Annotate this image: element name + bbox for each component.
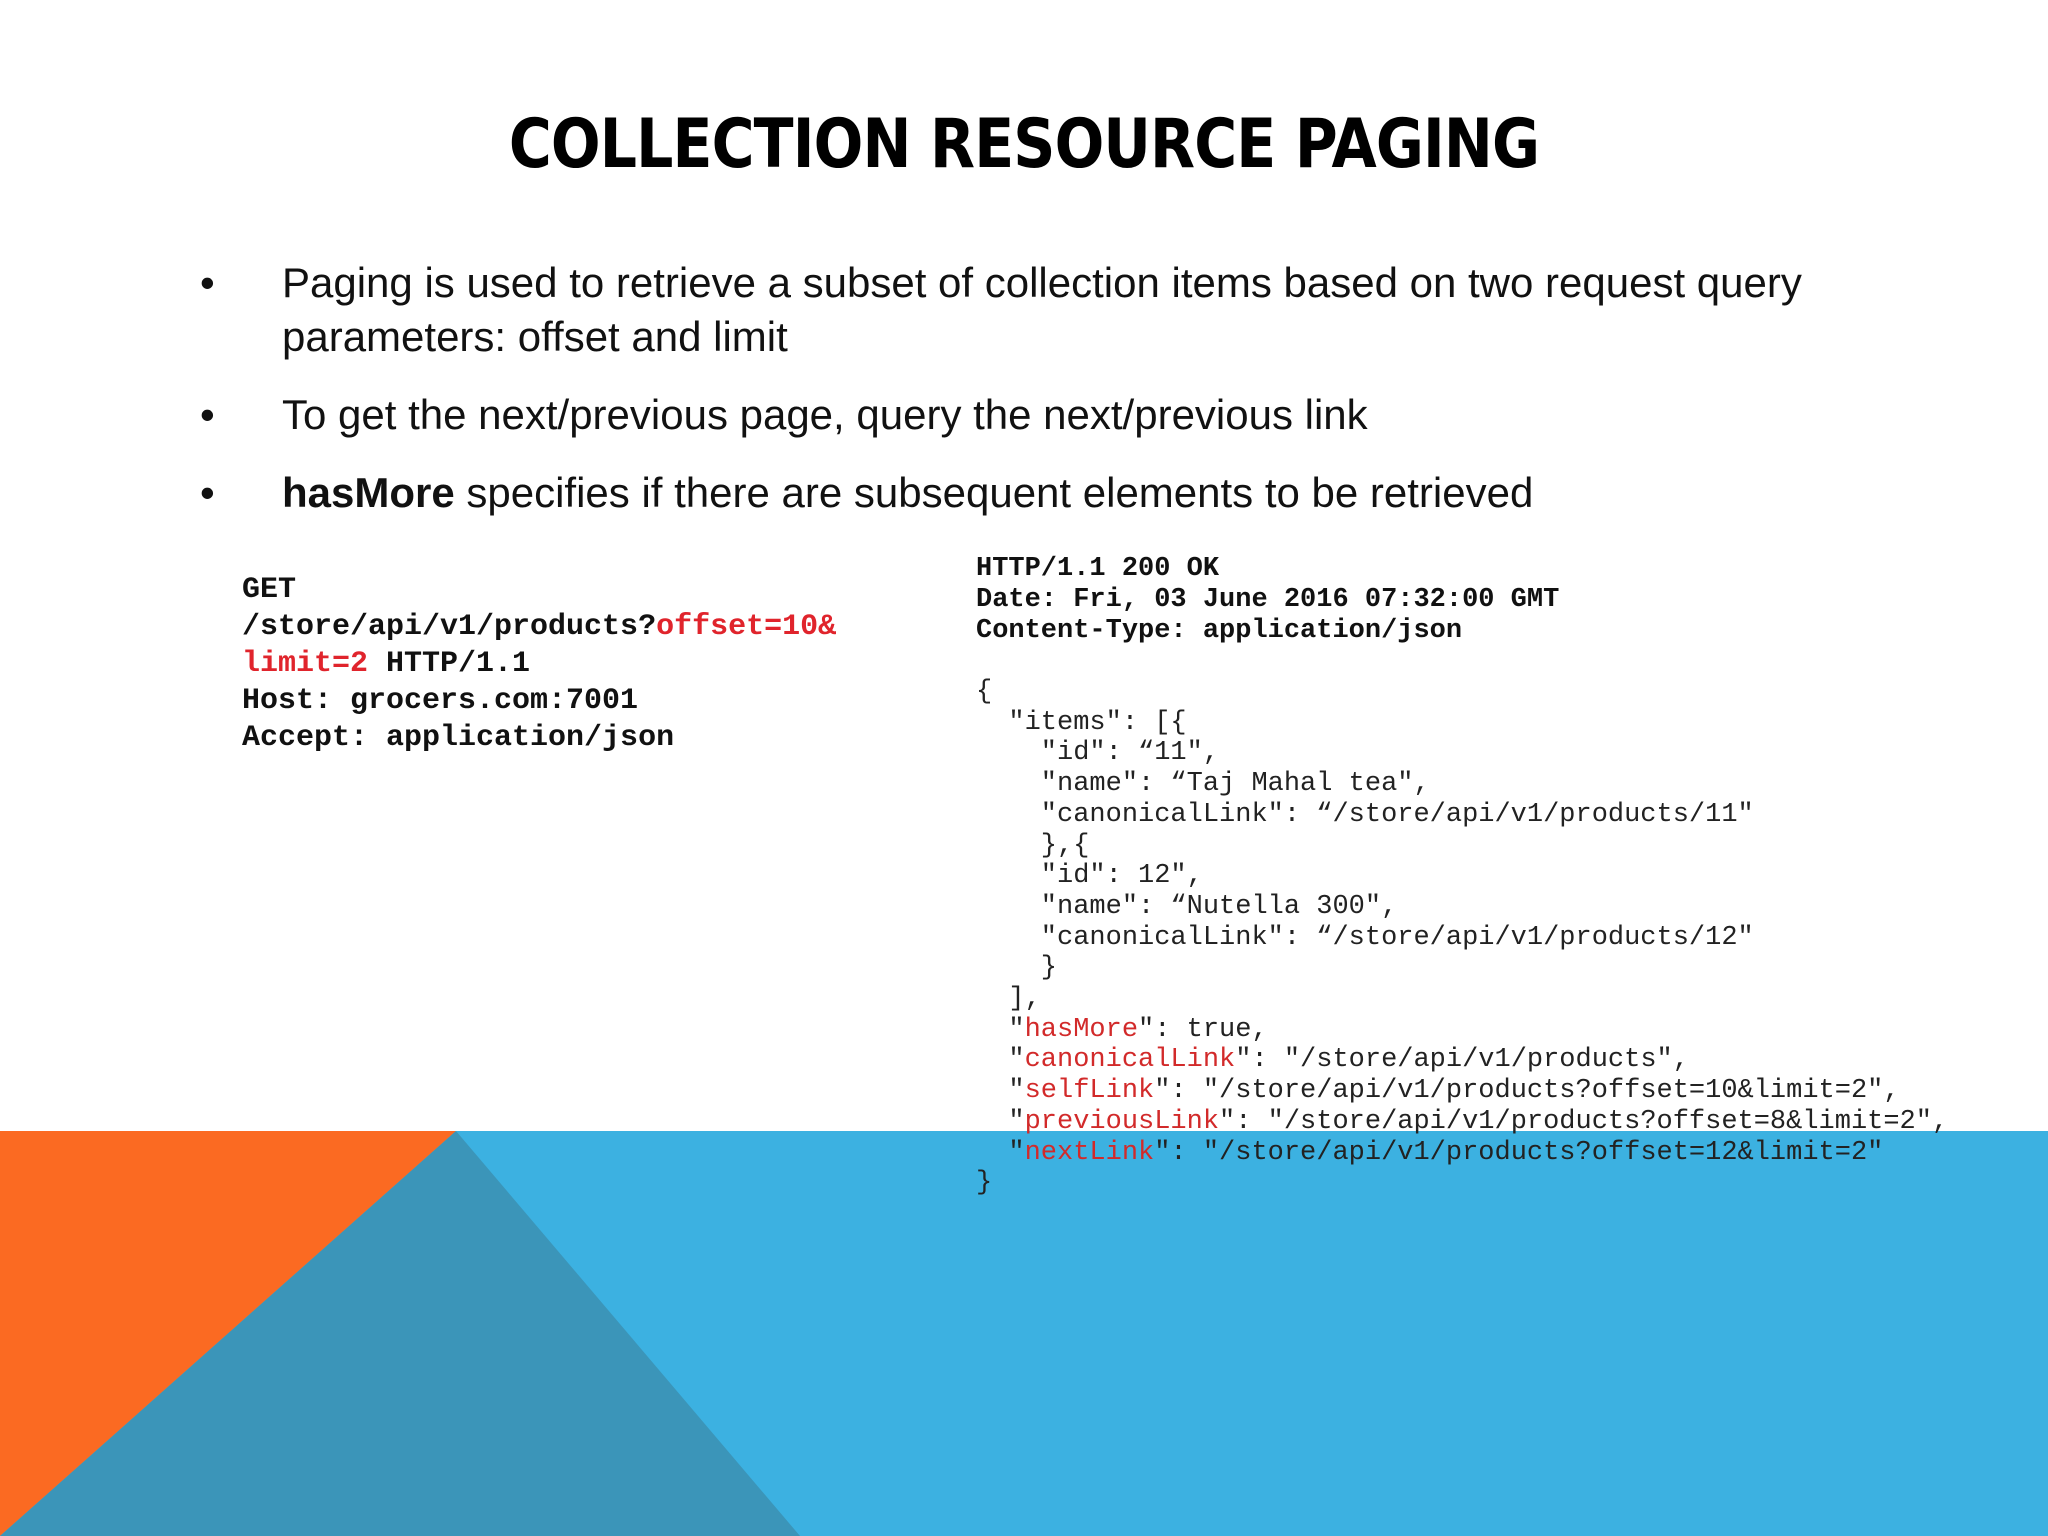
http-response-headers: HTTP/1.1 200 OK Date: Fri, 03 June 2016 … <box>976 554 1559 647</box>
canonical-link-key: canonicalLink <box>1024 1045 1236 1076</box>
bullet-text: Paging is used to retrieve a subset of c… <box>282 259 1802 360</box>
body-line: "name": “Taj Mahal tea", <box>976 769 1430 800</box>
body-line: "id": 12", <box>976 861 1203 892</box>
body-line: "canonicalLink": “/store/api/v1/products… <box>976 922 1754 953</box>
http-request-code: GET /store/api/v1/products?offset=10& li… <box>242 572 836 757</box>
body-line: "name": “Nutella 300", <box>976 891 1398 922</box>
bullet-item: • Paging is used to retrieve a subset of… <box>200 256 1840 364</box>
bullet-item: • hasMore specifies if there are subsequ… <box>200 466 1840 520</box>
bullet-item: • To get the next/previous page, query t… <box>200 388 1840 442</box>
response-content-type: Content-Type: application/json <box>976 616 1463 646</box>
body-line: ": "/store/api/v1/products?offset=10&lim… <box>1154 1076 1900 1107</box>
request-protocol: HTTP/1.1 <box>368 647 531 681</box>
body-line: },{ <box>976 830 1090 861</box>
request-limit-param: limit=2 <box>242 647 369 681</box>
http-response-body: { "items": [{ "id": “11", "name": “Taj M… <box>976 677 1949 1199</box>
bullet-list: • Paging is used to retrieve a subset of… <box>200 256 1840 544</box>
response-date: Date: Fri, 03 June 2016 07:32:00 GMT <box>976 585 1560 615</box>
previous-link-key: previousLink <box>1024 1106 1220 1137</box>
body-line: ": true, <box>1138 1014 1268 1045</box>
body-line: } <box>976 1168 993 1199</box>
bullet-marker: • <box>200 469 215 516</box>
body-line: ], <box>976 984 1041 1015</box>
self-link-key: selfLink <box>1024 1076 1155 1107</box>
bullet-marker: • <box>200 391 215 438</box>
request-path: /store/api/v1/products? <box>242 610 657 644</box>
request-host: Host: grocers.com:7001 <box>242 684 639 718</box>
next-link-key: nextLink <box>1024 1137 1155 1168</box>
body-line: { <box>976 677 993 707</box>
body-line: "id": “11", <box>976 738 1220 769</box>
hasmore-key: hasMore <box>1024 1014 1139 1045</box>
body-line: } <box>976 953 1058 984</box>
response-status: HTTP/1.1 200 OK <box>976 554 1220 584</box>
request-method: GET <box>242 573 297 607</box>
request-offset-param: offset=10& <box>656 610 837 644</box>
body-line: ": "/store/api/v1/products", <box>1235 1045 1689 1076</box>
body-line: ": "/store/api/v1/products?offset=12&lim… <box>1154 1137 1884 1168</box>
bullet-marker: • <box>200 259 215 306</box>
bullet-text: To get the next/previous page, query the… <box>282 391 1368 438</box>
bullet-bold-term: hasMore <box>282 469 455 516</box>
slide-title: COLLECTION RESOURCE PAGING <box>508 105 1540 184</box>
body-line: ": "/store/api/v1/products?offset=8&limi… <box>1219 1106 1949 1137</box>
body-line: "items": [{ <box>976 707 1187 738</box>
body-line: "canonicalLink": “/store/api/v1/products… <box>976 799 1754 830</box>
request-accept: Accept: application/json <box>242 721 675 755</box>
bullet-text: specifies if there are subsequent elemen… <box>454 469 1534 516</box>
